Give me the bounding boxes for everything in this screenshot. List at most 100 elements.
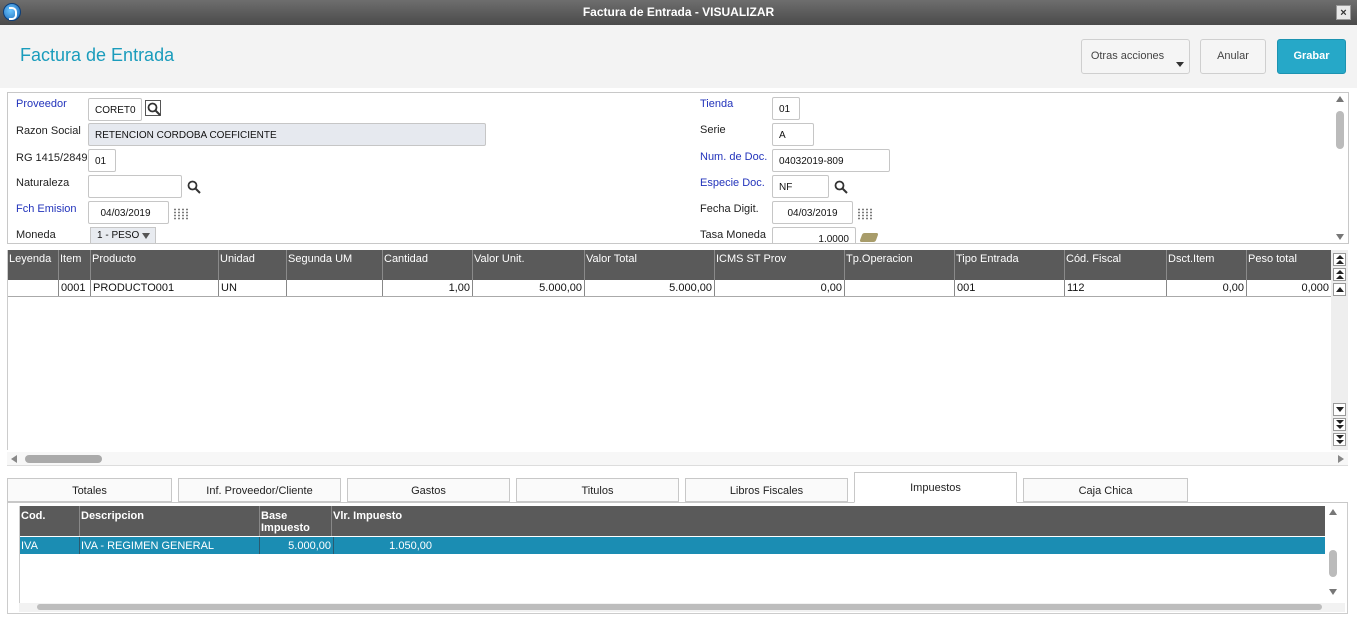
col-header[interactable]: Valor Unit. xyxy=(473,250,585,280)
scroll-thumb[interactable] xyxy=(37,604,1322,610)
col-header[interactable]: Cod. xyxy=(20,506,80,536)
anular-button[interactable]: Anular xyxy=(1200,39,1266,74)
scroll-down-icon[interactable] xyxy=(1333,403,1346,416)
scroll-right-icon[interactable] xyxy=(1338,455,1344,463)
col-header[interactable]: Base Impuesto xyxy=(260,506,332,536)
scroll-top-icon[interactable] xyxy=(1333,253,1346,266)
col-header[interactable]: Tipo Entrada xyxy=(955,250,1065,280)
search-icon[interactable] xyxy=(145,100,161,116)
cell-peso-total[interactable]: 0,000 xyxy=(1247,280,1331,296)
col-header[interactable]: Peso total xyxy=(1247,250,1331,280)
moneda-select[interactable]: 1 - PESO xyxy=(90,227,156,243)
table-row[interactable]: IVA IVA - REGIMEN GENERAL 5.000,00 1.050… xyxy=(20,537,1325,554)
items-grid-header: Leyenda Item Producto Unidad Segunda UM … xyxy=(8,250,1331,280)
rg-field[interactable]: 01 xyxy=(88,149,116,172)
cell-tipo-entrada[interactable]: 001 xyxy=(955,280,1065,296)
serie-field[interactable]: A xyxy=(772,123,814,146)
tab-libros-fiscales[interactable]: Libros Fiscales xyxy=(685,478,848,502)
items-horizontal-scrollbar[interactable] xyxy=(7,452,1348,466)
tax-scrollbar[interactable] xyxy=(1326,506,1341,598)
search-icon[interactable] xyxy=(833,179,849,195)
cell-segunda-um[interactable] xyxy=(287,280,383,296)
tab-totales[interactable]: Totales xyxy=(7,478,172,502)
fecha-digit-field[interactable]: 04/03/2019 xyxy=(772,201,853,224)
otras-acciones-label: Otras acciones xyxy=(1090,50,1165,62)
col-header[interactable]: Cantidad xyxy=(383,250,473,280)
col-header[interactable]: Segunda UM xyxy=(287,250,383,280)
serie-label: Serie xyxy=(700,124,726,136)
cell-dsct-item[interactable]: 0,00 xyxy=(1167,280,1247,296)
items-grid: Leyenda Item Producto Unidad Segunda UM … xyxy=(7,250,1331,450)
col-header[interactable]: Dsct.Item xyxy=(1167,250,1247,280)
tab-caja-chica[interactable]: Caja Chica xyxy=(1023,478,1188,502)
search-icon[interactable] xyxy=(186,179,202,195)
proveedor-field[interactable]: CORET0 xyxy=(88,98,142,121)
col-header[interactable]: Leyenda xyxy=(8,250,59,280)
tab-gastos[interactable]: Gastos xyxy=(347,478,510,502)
proveedor-label: Proveedor xyxy=(16,98,67,110)
col-header[interactable]: Unidad xyxy=(219,250,287,280)
scroll-thumb[interactable] xyxy=(1336,111,1344,149)
scroll-down-icon[interactable] xyxy=(1329,589,1337,595)
cell-cod-fiscal[interactable]: 112 xyxy=(1065,280,1167,296)
naturaleza-label: Naturaleza xyxy=(16,177,70,189)
otras-acciones-button[interactable]: Otras acciones xyxy=(1081,39,1190,74)
especie-field[interactable]: NF xyxy=(772,175,829,198)
items-grid-scrollbar[interactable] xyxy=(1331,250,1348,450)
tab-titulos[interactable]: Titulos xyxy=(516,478,679,502)
cell-cantidad[interactable]: 1,00 xyxy=(383,280,473,296)
cell-valor-unit[interactable]: 5.000,00 xyxy=(473,280,585,296)
col-header[interactable]: Item xyxy=(59,250,91,280)
tab-inf-proveedor-cliente[interactable]: Inf. Proveedor/Cliente xyxy=(178,478,341,502)
col-header[interactable]: Producto xyxy=(91,250,219,280)
tax-horizontal-scrollbar[interactable] xyxy=(19,603,1345,612)
close-window-button[interactable]: × xyxy=(1336,5,1351,20)
col-header[interactable]: Cód. Fiscal xyxy=(1065,250,1167,280)
cell-tp-operacion[interactable] xyxy=(845,280,955,296)
scroll-page-down-icon[interactable] xyxy=(1333,418,1346,431)
tienda-field[interactable]: 01 xyxy=(772,97,800,120)
table-row[interactable]: 0001 PRODUCTO001 UN 1,00 5.000,00 5.000,… xyxy=(8,280,1331,297)
scroll-page-up-icon[interactable] xyxy=(1333,268,1346,281)
especie-label: Especie Doc. xyxy=(700,177,765,189)
razon-social-label: Razon Social xyxy=(16,125,81,137)
grabar-button[interactable]: Grabar xyxy=(1277,39,1346,74)
col-header[interactable]: ICMS ST Prov xyxy=(715,250,845,280)
fch-emision-field[interactable]: 04/03/2019 xyxy=(88,201,169,224)
cell-icms[interactable]: 0,00 xyxy=(715,280,845,296)
col-header[interactable]: Descripcion xyxy=(80,506,260,536)
tasa-field[interactable]: 1.0000 xyxy=(772,227,856,243)
scroll-thumb[interactable] xyxy=(1329,550,1337,577)
form-scrollbar[interactable] xyxy=(1333,93,1348,243)
col-header[interactable]: Valor Total xyxy=(585,250,715,280)
scroll-up-icon[interactable] xyxy=(1336,96,1344,102)
cell-descripcion[interactable]: IVA - REGIMEN GENERAL xyxy=(80,537,260,554)
calendar-icon[interactable] xyxy=(857,208,873,220)
cell-vlr-impuesto[interactable]: 1.050,00 xyxy=(334,537,434,554)
scroll-down-icon[interactable] xyxy=(1336,234,1344,240)
scroll-thumb[interactable] xyxy=(25,455,102,463)
scroll-left-icon[interactable] xyxy=(11,455,17,463)
scroll-bottom-icon[interactable] xyxy=(1333,433,1346,446)
cell-valor-total[interactable]: 5.000,00 xyxy=(585,280,715,296)
currency-icon[interactable] xyxy=(859,233,879,242)
col-header[interactable]: Tp.Operacion xyxy=(845,250,955,280)
cell-item[interactable]: 0001 xyxy=(59,280,91,296)
num-doc-field[interactable]: 04032019-809 xyxy=(772,149,890,172)
cell-cod[interactable]: IVA xyxy=(20,537,80,554)
page-header: Factura de Entrada Otras acciones Anular… xyxy=(0,25,1357,88)
naturaleza-field[interactable] xyxy=(88,175,182,198)
cell-unidad[interactable]: UN xyxy=(219,280,287,296)
scroll-up-icon[interactable] xyxy=(1333,283,1346,296)
razon-social-field[interactable]: RETENCION CORDOBA COEFICIENTE xyxy=(88,123,486,146)
scroll-up-icon[interactable] xyxy=(1329,509,1337,515)
cell-leyenda[interactable] xyxy=(8,280,59,296)
col-header[interactable]: Vlr. Impuesto xyxy=(332,506,1325,536)
tasa-label: Tasa Moneda xyxy=(700,229,767,241)
tax-grid: Cod. Descripcion Base Impuesto Vlr. Impu… xyxy=(19,506,1325,606)
tab-impuestos[interactable]: Impuestos xyxy=(854,472,1017,503)
cell-producto[interactable]: PRODUCTO001 xyxy=(91,280,219,296)
cell-base-impuesto[interactable]: 5.000,00 xyxy=(260,537,334,554)
fch-emision-label: Fch Emision xyxy=(16,203,77,215)
calendar-icon[interactable] xyxy=(173,208,189,220)
